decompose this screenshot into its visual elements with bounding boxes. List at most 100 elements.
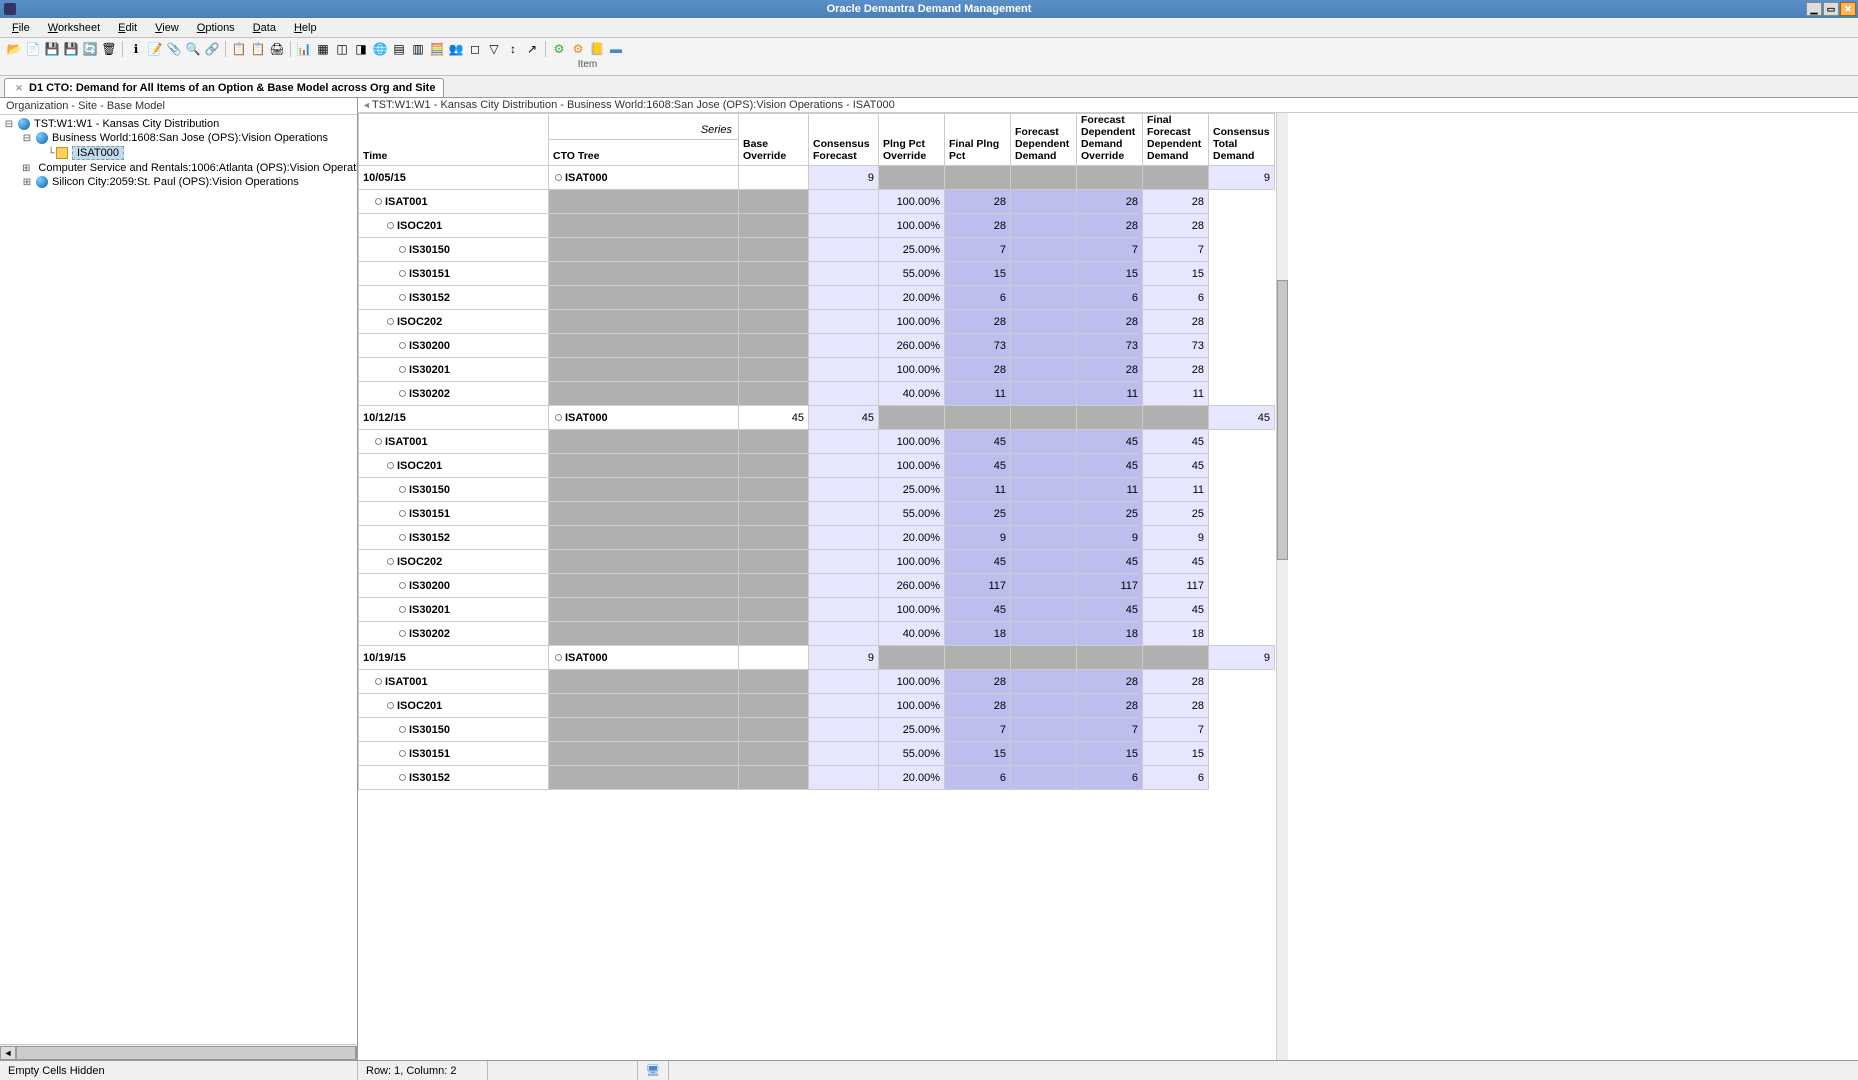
cell-final-plng-pct[interactable]: 260.00% <box>879 334 945 358</box>
chart-icon[interactable]: 📊 <box>296 41 312 57</box>
cell-consensus-forecast[interactable] <box>739 622 809 646</box>
cell-base-override[interactable] <box>549 190 739 214</box>
cell-plng-pct-override[interactable] <box>809 574 879 598</box>
cell-ffdd[interactable] <box>1143 166 1209 190</box>
cell-final-plng-pct[interactable]: 260.00% <box>879 574 945 598</box>
cell-consensus-forecast[interactable] <box>739 430 809 454</box>
cell-fdd-override[interactable] <box>1011 358 1077 382</box>
cell-consensus-forecast[interactable] <box>739 526 809 550</box>
cell-ffdd[interactable]: 11 <box>1077 382 1143 406</box>
cto-cell[interactable]: ISOC201 <box>359 214 549 238</box>
cell-final-plng-pct[interactable]: 100.00% <box>879 358 945 382</box>
cell-consensus-forecast[interactable] <box>739 574 809 598</box>
cell-fdd-override[interactable] <box>1011 766 1077 790</box>
cell-plng-pct-override[interactable] <box>809 286 879 310</box>
cell-base-override[interactable] <box>549 622 739 646</box>
cell-fdd[interactable]: 28 <box>945 670 1011 694</box>
cto-cell[interactable]: IS30150 <box>359 238 549 262</box>
cell-consensus-forecast[interactable] <box>739 694 809 718</box>
cell-base-override[interactable] <box>549 238 739 262</box>
menu-edit[interactable]: Edit <box>110 20 145 36</box>
cell-ctd[interactable]: 45 <box>1143 454 1209 478</box>
cell-consensus-forecast[interactable] <box>739 766 809 790</box>
cell-final-plng-pct[interactable]: 55.00% <box>879 742 945 766</box>
cto-cell[interactable]: IS30151 <box>359 502 549 526</box>
cell-plng-pct-override[interactable] <box>809 694 879 718</box>
cell-final-plng-pct[interactable]: 25.00% <box>879 238 945 262</box>
minimize-button[interactable]: ▁ <box>1806 2 1822 16</box>
cell-plng-pct-override[interactable] <box>809 742 879 766</box>
cell-base-override[interactable] <box>549 694 739 718</box>
cell-ffdd[interactable]: 18 <box>1077 622 1143 646</box>
tree-label[interactable]: Silicon City:2059:St. Paul (OPS):Vision … <box>52 176 299 188</box>
cell-fdd[interactable]: 28 <box>945 214 1011 238</box>
saveas-icon[interactable]: 💾 <box>63 41 79 57</box>
cell-consensus-forecast[interactable] <box>739 190 809 214</box>
expander-icon[interactable]: ⊞ <box>22 163 30 174</box>
cell-plng-pct-override[interactable] <box>809 382 879 406</box>
cell-ctd[interactable]: 45 <box>1143 598 1209 622</box>
print-icon[interactable]: 🖨 <box>269 41 285 57</box>
calc-icon[interactable]: 🧮 <box>429 41 445 57</box>
cto-cell[interactable]: ISOC202 <box>359 310 549 334</box>
cell-final-plng-pct[interactable]: 100.00% <box>879 694 945 718</box>
cell-ffdd[interactable]: 7 <box>1077 718 1143 742</box>
cto-cell[interactable]: IS30200 <box>359 574 549 598</box>
cell-base-override[interactable] <box>549 262 739 286</box>
cto-cell[interactable]: IS30151 <box>359 262 549 286</box>
cell-ffdd[interactable]: 28 <box>1077 670 1143 694</box>
paste-icon[interactable]: 📋 <box>250 41 266 57</box>
cell-plng-pct-override[interactable] <box>809 214 879 238</box>
tree-label[interactable]: ISAT000 <box>72 146 124 160</box>
cell-ffdd[interactable]: 28 <box>1077 694 1143 718</box>
export-icon[interactable]: ↗ <box>524 41 540 57</box>
cto-cell[interactable]: IS30152 <box>359 526 549 550</box>
cell-fdd[interactable]: 7 <box>945 238 1011 262</box>
cell-consensus-forecast[interactable] <box>739 454 809 478</box>
cell-ffdd[interactable]: 25 <box>1077 502 1143 526</box>
cell-base-override[interactable] <box>549 358 739 382</box>
cto-cell[interactable]: ISOC201 <box>359 454 549 478</box>
world-icon[interactable]: 🌐 <box>372 41 388 57</box>
cell-fdd[interactable]: 28 <box>945 190 1011 214</box>
cell-plng-pct-override[interactable] <box>809 238 879 262</box>
table2-icon[interactable]: ▥ <box>410 41 426 57</box>
cell-fdd[interactable]: 15 <box>945 742 1011 766</box>
cell-ctd[interactable]: 45 <box>1143 430 1209 454</box>
copy-icon[interactable]: 📋 <box>231 41 247 57</box>
cell-final-plng-pct[interactable]: 55.00% <box>879 262 945 286</box>
tree-node[interactable]: ⊟Business World:1608:San Jose (OPS):Visi… <box>2 131 355 145</box>
cell-fdd-override[interactable] <box>1011 262 1077 286</box>
cell-fdd-override[interactable] <box>1011 334 1077 358</box>
cell-plng-pct-override[interactable] <box>809 454 879 478</box>
cto-cell[interactable]: IS30201 <box>359 358 549 382</box>
scroll-thumb[interactable] <box>16 1046 356 1060</box>
cell-final-plng-pct[interactable]: 20.00% <box>879 526 945 550</box>
col-header[interactable]: Plng Pct Override <box>879 114 945 166</box>
cell-ffdd[interactable]: 45 <box>1077 550 1143 574</box>
cell-plng-pct-override[interactable] <box>809 766 879 790</box>
cell-consensus-forecast[interactable] <box>739 238 809 262</box>
cell-consensus-forecast[interactable] <box>739 670 809 694</box>
cell-fdd-override[interactable] <box>1011 742 1077 766</box>
cell-fdd-override[interactable] <box>1011 214 1077 238</box>
cell-fdd[interactable]: 25 <box>945 502 1011 526</box>
cto-cell[interactable]: IS30202 <box>359 382 549 406</box>
cell-fdd[interactable]: 28 <box>945 694 1011 718</box>
close-button[interactable]: ✕ <box>1840 2 1856 16</box>
cto-cell[interactable]: IS30152 <box>359 766 549 790</box>
cell-final-plng-pct[interactable]: 100.00% <box>879 598 945 622</box>
tree-node[interactable]: └ISAT000 <box>2 145 355 161</box>
cell-plng-pct-override[interactable] <box>809 262 879 286</box>
refresh-icon[interactable]: 🔄 <box>82 41 98 57</box>
cell-base-override[interactable] <box>549 742 739 766</box>
cell-base-override[interactable] <box>549 526 739 550</box>
sidebar-hscroll[interactable]: ◄ ► <box>0 1044 357 1060</box>
cell-ctd[interactable]: 25 <box>1143 502 1209 526</box>
cell-final-plng-pct[interactable]: 100.00% <box>879 310 945 334</box>
cell-ffdd[interactable]: 15 <box>1077 262 1143 286</box>
cell-base-override[interactable] <box>739 646 809 670</box>
cell-final-plng-pct[interactable]: 40.00% <box>879 382 945 406</box>
cell-fdd-override[interactable] <box>1011 286 1077 310</box>
cell-fdd[interactable]: 11 <box>945 478 1011 502</box>
